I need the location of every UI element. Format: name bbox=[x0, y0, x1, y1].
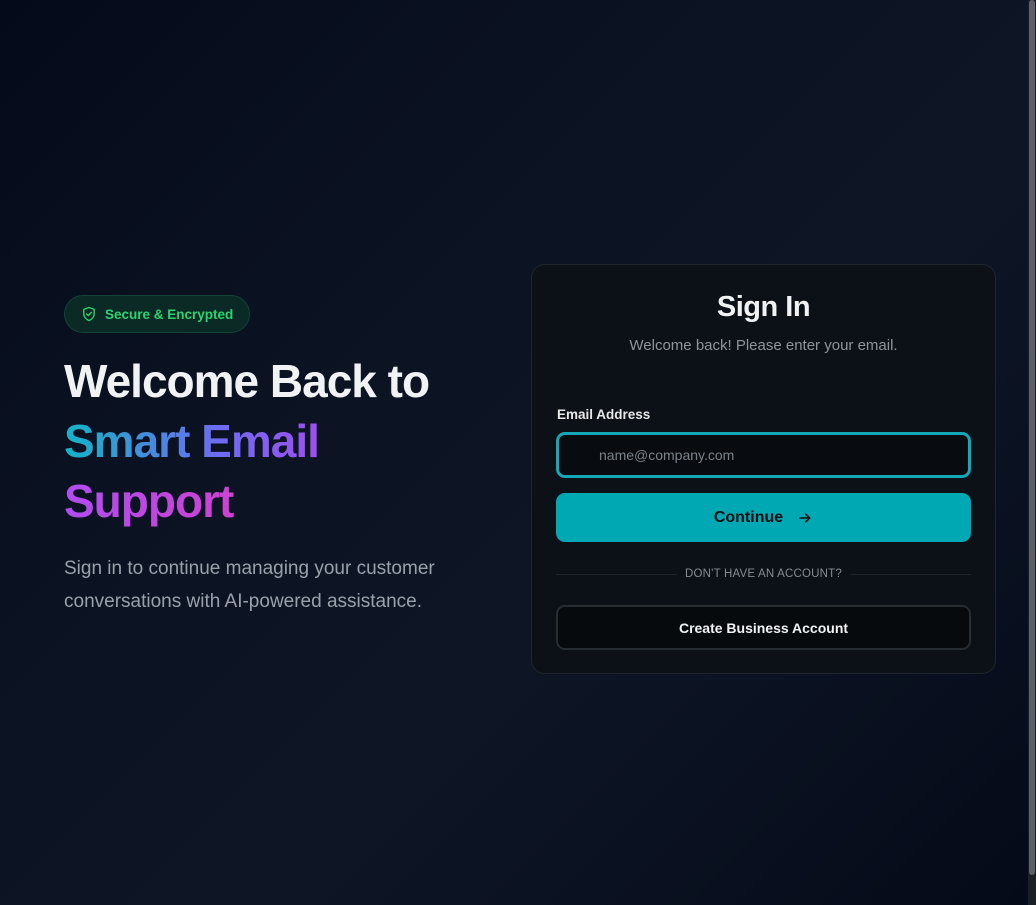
hero-title-line2: Smart Email bbox=[64, 411, 504, 471]
secure-badge-text: Secure & Encrypted bbox=[105, 306, 234, 322]
shield-check-icon bbox=[81, 306, 97, 322]
hero-section: Secure & Encrypted Welcome Back to Smart… bbox=[64, 295, 504, 618]
hero-subtitle: Sign in to continue managing your custom… bbox=[64, 558, 435, 612]
sign-in-subtitle: Welcome back! Please enter your email. bbox=[629, 337, 898, 354]
hero-title: Welcome Back to Smart Email Support bbox=[64, 351, 504, 531]
page-scrollbar[interactable] bbox=[1028, 0, 1036, 905]
hero-title-line1: Welcome Back to bbox=[64, 355, 430, 407]
secure-badge: Secure & Encrypted bbox=[64, 295, 251, 333]
divider-line-left bbox=[556, 573, 678, 575]
scrollbar-thumb[interactable] bbox=[1029, 0, 1035, 875]
divider-text: DON'T HAVE AN ACCOUNT? bbox=[685, 568, 842, 580]
create-business-account-button[interactable]: Create Business Account bbox=[556, 605, 971, 650]
sign-in-card: Sign In Welcome back! Please enter your … bbox=[531, 264, 996, 674]
continue-button-label: Continue bbox=[713, 508, 784, 526]
divider-line-right bbox=[850, 573, 972, 575]
arrow-right-icon bbox=[797, 510, 813, 526]
email-label: Email Address bbox=[557, 407, 651, 422]
email-input[interactable] bbox=[556, 432, 971, 478]
hero-title-line3: Support bbox=[64, 471, 504, 531]
signup-divider: DON'T HAVE AN ACCOUNT? bbox=[556, 564, 972, 584]
continue-button[interactable]: Continue bbox=[556, 493, 971, 542]
sign-in-title: Sign In bbox=[716, 291, 811, 323]
